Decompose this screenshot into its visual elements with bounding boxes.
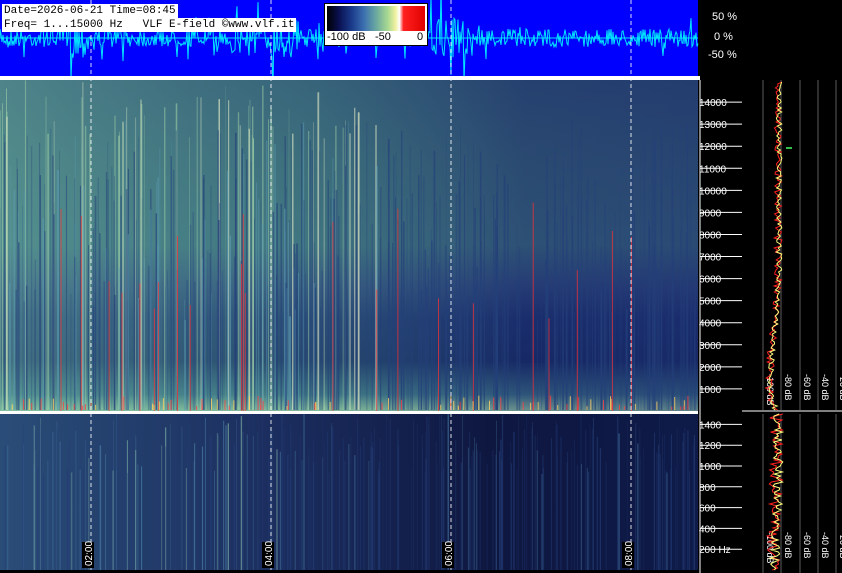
frequency-tick-label: 1000 — [699, 462, 722, 473]
frequency-label: Freq= 1...15000 Hz VLF E-field ©www.vlf.… — [2, 18, 297, 32]
frequency-tick-label: 200 Hz — [699, 545, 731, 556]
frequency-tick-label: 4000 — [699, 319, 722, 330]
db-tick-label: -60 dB — [802, 374, 812, 401]
time-tick-label: 06:00 — [444, 541, 455, 566]
frequency-tick-label: 2000 — [699, 363, 722, 374]
frequency-tick-label: 600 — [699, 504, 716, 515]
frequency-tick-label: 12000 — [699, 142, 727, 153]
db-tick-label: -80 dB — [783, 374, 793, 401]
time-tick: 04:00 — [262, 541, 275, 568]
frequency-tick-label: 1200 — [699, 441, 722, 452]
amplitude-label-0: 0 % — [714, 31, 733, 43]
frequency-tick-label: 1000 — [699, 385, 722, 396]
frequency-tick-label: 10000 — [699, 186, 727, 197]
color-scale: -100 dB -50 0 — [324, 3, 428, 46]
lower-panel-separator — [0, 411, 698, 414]
time-tick-label: 02:00 — [84, 541, 95, 566]
frequency-tick-label: 1400 — [699, 420, 722, 431]
time-tick-label: 04:00 — [264, 541, 275, 566]
color-scale-min-label: -100 dB — [327, 31, 366, 43]
date-time-label: Date=2026-06-21 Time=08:45 — [2, 4, 178, 18]
amplitude-label-minus-50: -50 % — [708, 49, 737, 61]
db-tick-label: -40 dB — [820, 374, 830, 401]
db-tick-label: -20 dB — [838, 532, 842, 559]
frequency-tick-label: 8000 — [699, 230, 722, 241]
frequency-tick-label: 9000 — [699, 208, 722, 219]
time-tick: 02:00 — [82, 541, 95, 568]
db-tick-label: -80 dB — [783, 532, 793, 559]
amplitude-label-50: 50 % — [712, 11, 738, 23]
frequency-tick-label: 11000 — [699, 164, 727, 175]
frequency-tick-label: 5000 — [699, 297, 722, 308]
frequency-tick-label: 400 — [699, 524, 716, 535]
frequency-tick-label: 6000 — [699, 275, 722, 286]
db-tick-label: -20 dB — [838, 374, 842, 401]
color-scale-mid-label: -50 — [375, 31, 391, 43]
color-scale-max-label: 0 — [417, 31, 424, 43]
frequency-tick-label: 800 — [699, 483, 716, 494]
frequency-tick-label: 13000 — [699, 120, 727, 131]
frequency-tick-label: 14000 — [699, 98, 727, 109]
time-tick-label: 08:00 — [624, 541, 635, 566]
db-tick-label: -40 dB — [820, 532, 830, 559]
color-scale-gradient — [327, 6, 425, 31]
frequency-tick-label: 7000 — [699, 253, 722, 264]
db-tick-label: -60 dB — [802, 532, 812, 559]
frequency-tick-label: 3000 — [699, 341, 722, 352]
time-tick: 08:00 — [622, 541, 635, 568]
vlf-spectrogram-display: 1000200030004000500060007000800090001000… — [0, 0, 842, 573]
panel-separator — [0, 76, 700, 80]
time-tick: 06:00 — [442, 541, 455, 568]
